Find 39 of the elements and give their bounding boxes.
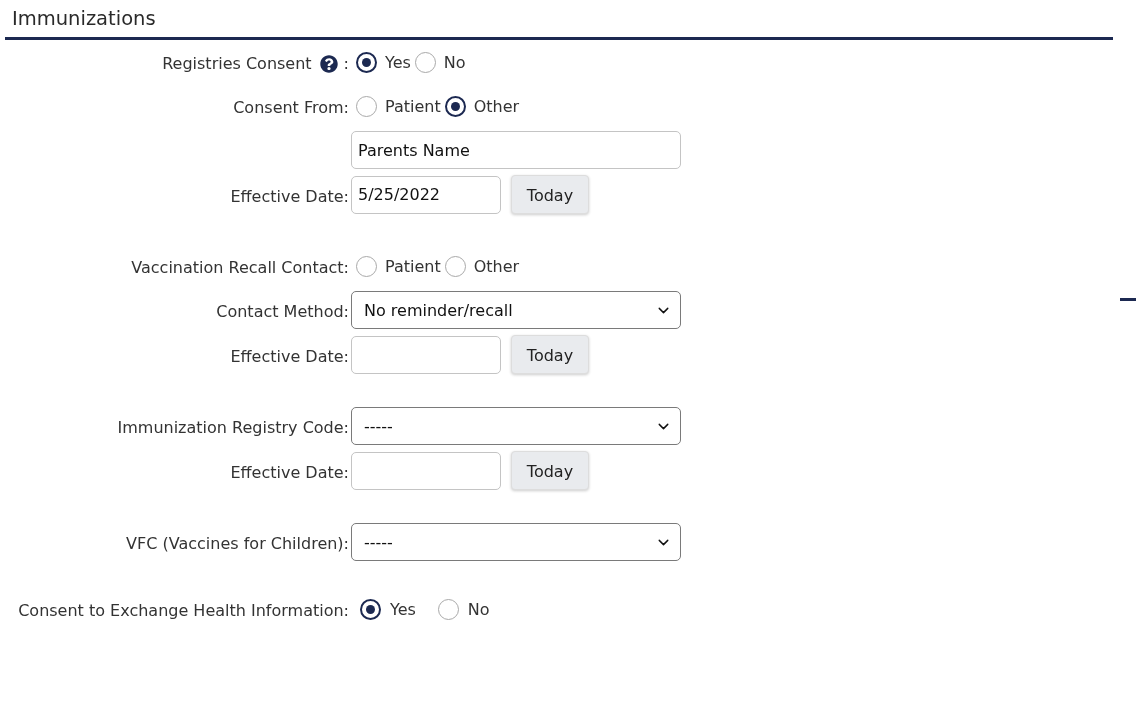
field-label: Consent to Exchange Health Information: bbox=[18, 600, 349, 620]
field-label: Consent From: bbox=[233, 97, 349, 117]
radio-button[interactable] bbox=[414, 51, 436, 73]
field-label: Vaccination Recall Contact: bbox=[131, 257, 349, 277]
radio-selected[interactable] bbox=[360, 598, 381, 620]
label-colon: : bbox=[343, 53, 349, 73]
radio-button[interactable] bbox=[444, 255, 466, 277]
radio-option-label[interactable]: No bbox=[467, 599, 490, 619]
field-label: Immunization Registry Code: bbox=[117, 417, 349, 437]
radio-option-label[interactable]: Patient bbox=[385, 256, 441, 276]
radio-option-label[interactable]: Yes bbox=[390, 599, 416, 619]
dropdown-select[interactable]: ----- bbox=[351, 407, 681, 445]
radio-option-label[interactable]: Other bbox=[473, 96, 520, 116]
date-input-field[interactable] bbox=[351, 335, 501, 374]
radio-button[interactable] bbox=[356, 95, 377, 117]
section-title: Immunizations bbox=[12, 7, 156, 30]
field-label: Registries Consent bbox=[162, 53, 312, 73]
dropdown-select[interactable]: ----- bbox=[351, 523, 681, 561]
radio-option-label[interactable]: No bbox=[443, 52, 466, 72]
field-label: VFC (Vaccines for Children): bbox=[126, 533, 349, 553]
field-label: Effective Date: bbox=[230, 345, 349, 366]
text-input-field[interactable]: Parents Name bbox=[351, 131, 681, 169]
today-button[interactable]: Today bbox=[511, 451, 589, 490]
field-label: Effective Date: bbox=[230, 461, 349, 482]
radio-button[interactable] bbox=[437, 598, 459, 620]
radio-option-label[interactable]: Other bbox=[473, 256, 520, 276]
date-input-field[interactable] bbox=[351, 451, 501, 490]
radio-selected[interactable] bbox=[444, 95, 466, 117]
radio-button[interactable] bbox=[356, 255, 377, 277]
date-input-field[interactable]: 5/25/2022 bbox=[351, 175, 501, 214]
radio-selected[interactable] bbox=[356, 51, 377, 73]
field-label: Effective Date: bbox=[230, 185, 349, 206]
radio-option-label[interactable]: Yes bbox=[385, 52, 411, 72]
today-button[interactable]: Today bbox=[511, 175, 589, 214]
radio-option-label[interactable]: Patient bbox=[385, 96, 441, 116]
field-label: Contact Method: bbox=[216, 301, 349, 321]
dropdown-select[interactable]: No reminder/recall bbox=[351, 291, 681, 329]
today-button[interactable]: Today bbox=[511, 335, 589, 374]
help-icon[interactable] bbox=[319, 55, 338, 73]
